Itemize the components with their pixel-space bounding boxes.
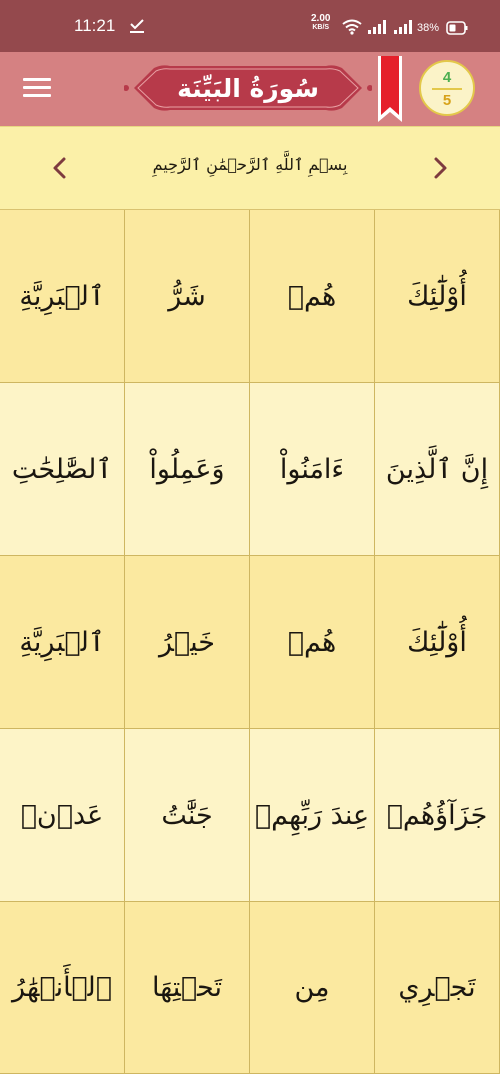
- word-cell[interactable]: تَحۡتِهَا: [125, 902, 250, 1074]
- menu-icon: [23, 78, 51, 81]
- signal-icon: [368, 20, 386, 34]
- word-cell[interactable]: هُمۡ: [250, 210, 375, 383]
- menu-icon: [23, 86, 51, 89]
- word-cell[interactable]: عَدۡنٖ: [0, 729, 125, 902]
- word-cell[interactable]: هُمۡ: [250, 556, 375, 729]
- word-cell[interactable]: شَرُّ: [125, 210, 250, 383]
- word-grid: أُوْلَٰٓئِكَ هُمۡ شَرُّ ٱلۡبَرِيَّةِ إِن…: [0, 210, 500, 1074]
- app-bar: سُورَةُ البَيِّنَة 4 5: [0, 52, 500, 126]
- word-cell[interactable]: جَزَآؤُهُمۡ: [375, 729, 500, 902]
- chevron-right-icon[interactable]: [425, 153, 455, 183]
- word-cell[interactable]: وَعَمِلُواْ: [125, 383, 250, 556]
- battery-percent: 38%: [417, 22, 440, 34]
- wifi-icon: [342, 19, 362, 35]
- menu-button[interactable]: [23, 78, 51, 100]
- page-fraction-line: [432, 88, 462, 90]
- basmala-text: بِسۡمِ ٱللَّهِ ٱلرَّحۡمَٰنِ ٱلرَّحِيمِ: [152, 155, 348, 174]
- download-check-icon: [130, 19, 144, 33]
- network-speed: 2.00 KB/S: [311, 14, 330, 32]
- word-cell[interactable]: ءَامَنُواْ: [250, 383, 375, 556]
- chevron-left-icon[interactable]: [45, 153, 75, 183]
- page-current: 4: [442, 69, 452, 86]
- status-bar: 11:21 2.00 KB/S 38%: [0, 0, 500, 52]
- battery-icon: [446, 21, 468, 35]
- network-speed-value: 2.00: [311, 13, 331, 24]
- word-cell[interactable]: أُوْلَٰٓئِكَ: [375, 556, 500, 729]
- network-speed-unit: KB/S: [312, 24, 330, 31]
- word-cell[interactable]: عِندَ رَبِّهِمۡ: [250, 729, 375, 902]
- menu-icon: [23, 94, 51, 97]
- word-cell[interactable]: أُوْلَٰٓئِكَ: [375, 210, 500, 383]
- surah-title: سُورَةُ البَيِّنَة: [177, 73, 319, 103]
- word-cell[interactable]: ٱلۡأَنۡهَٰرُ: [0, 902, 125, 1074]
- word-cell[interactable]: خَيۡرُ: [125, 556, 250, 729]
- word-cell[interactable]: مِن: [250, 902, 375, 1074]
- bookmark-icon[interactable]: [376, 56, 404, 124]
- word-cell[interactable]: ٱلۡبَرِيَّةِ: [0, 210, 125, 383]
- signal-icon: [394, 20, 412, 34]
- word-cell[interactable]: ٱلصَّٰلِحَٰتِ: [0, 383, 125, 556]
- basmala-bar: بِسۡمِ ٱللَّهِ ٱلرَّحۡمَٰنِ ٱلرَّحِيمِ: [0, 126, 500, 210]
- word-cell[interactable]: ٱلۡبَرِيَّةِ: [0, 556, 125, 729]
- word-cell[interactable]: تَجۡرِي: [375, 902, 500, 1074]
- word-cell[interactable]: إِنَّ ٱلَّذِينَ: [375, 383, 500, 556]
- word-cell[interactable]: جَنَّٰتُ: [125, 729, 250, 902]
- page-indicator[interactable]: 4 5: [419, 60, 475, 116]
- page-total: 5: [442, 92, 452, 109]
- status-time: 11:21: [74, 16, 116, 35]
